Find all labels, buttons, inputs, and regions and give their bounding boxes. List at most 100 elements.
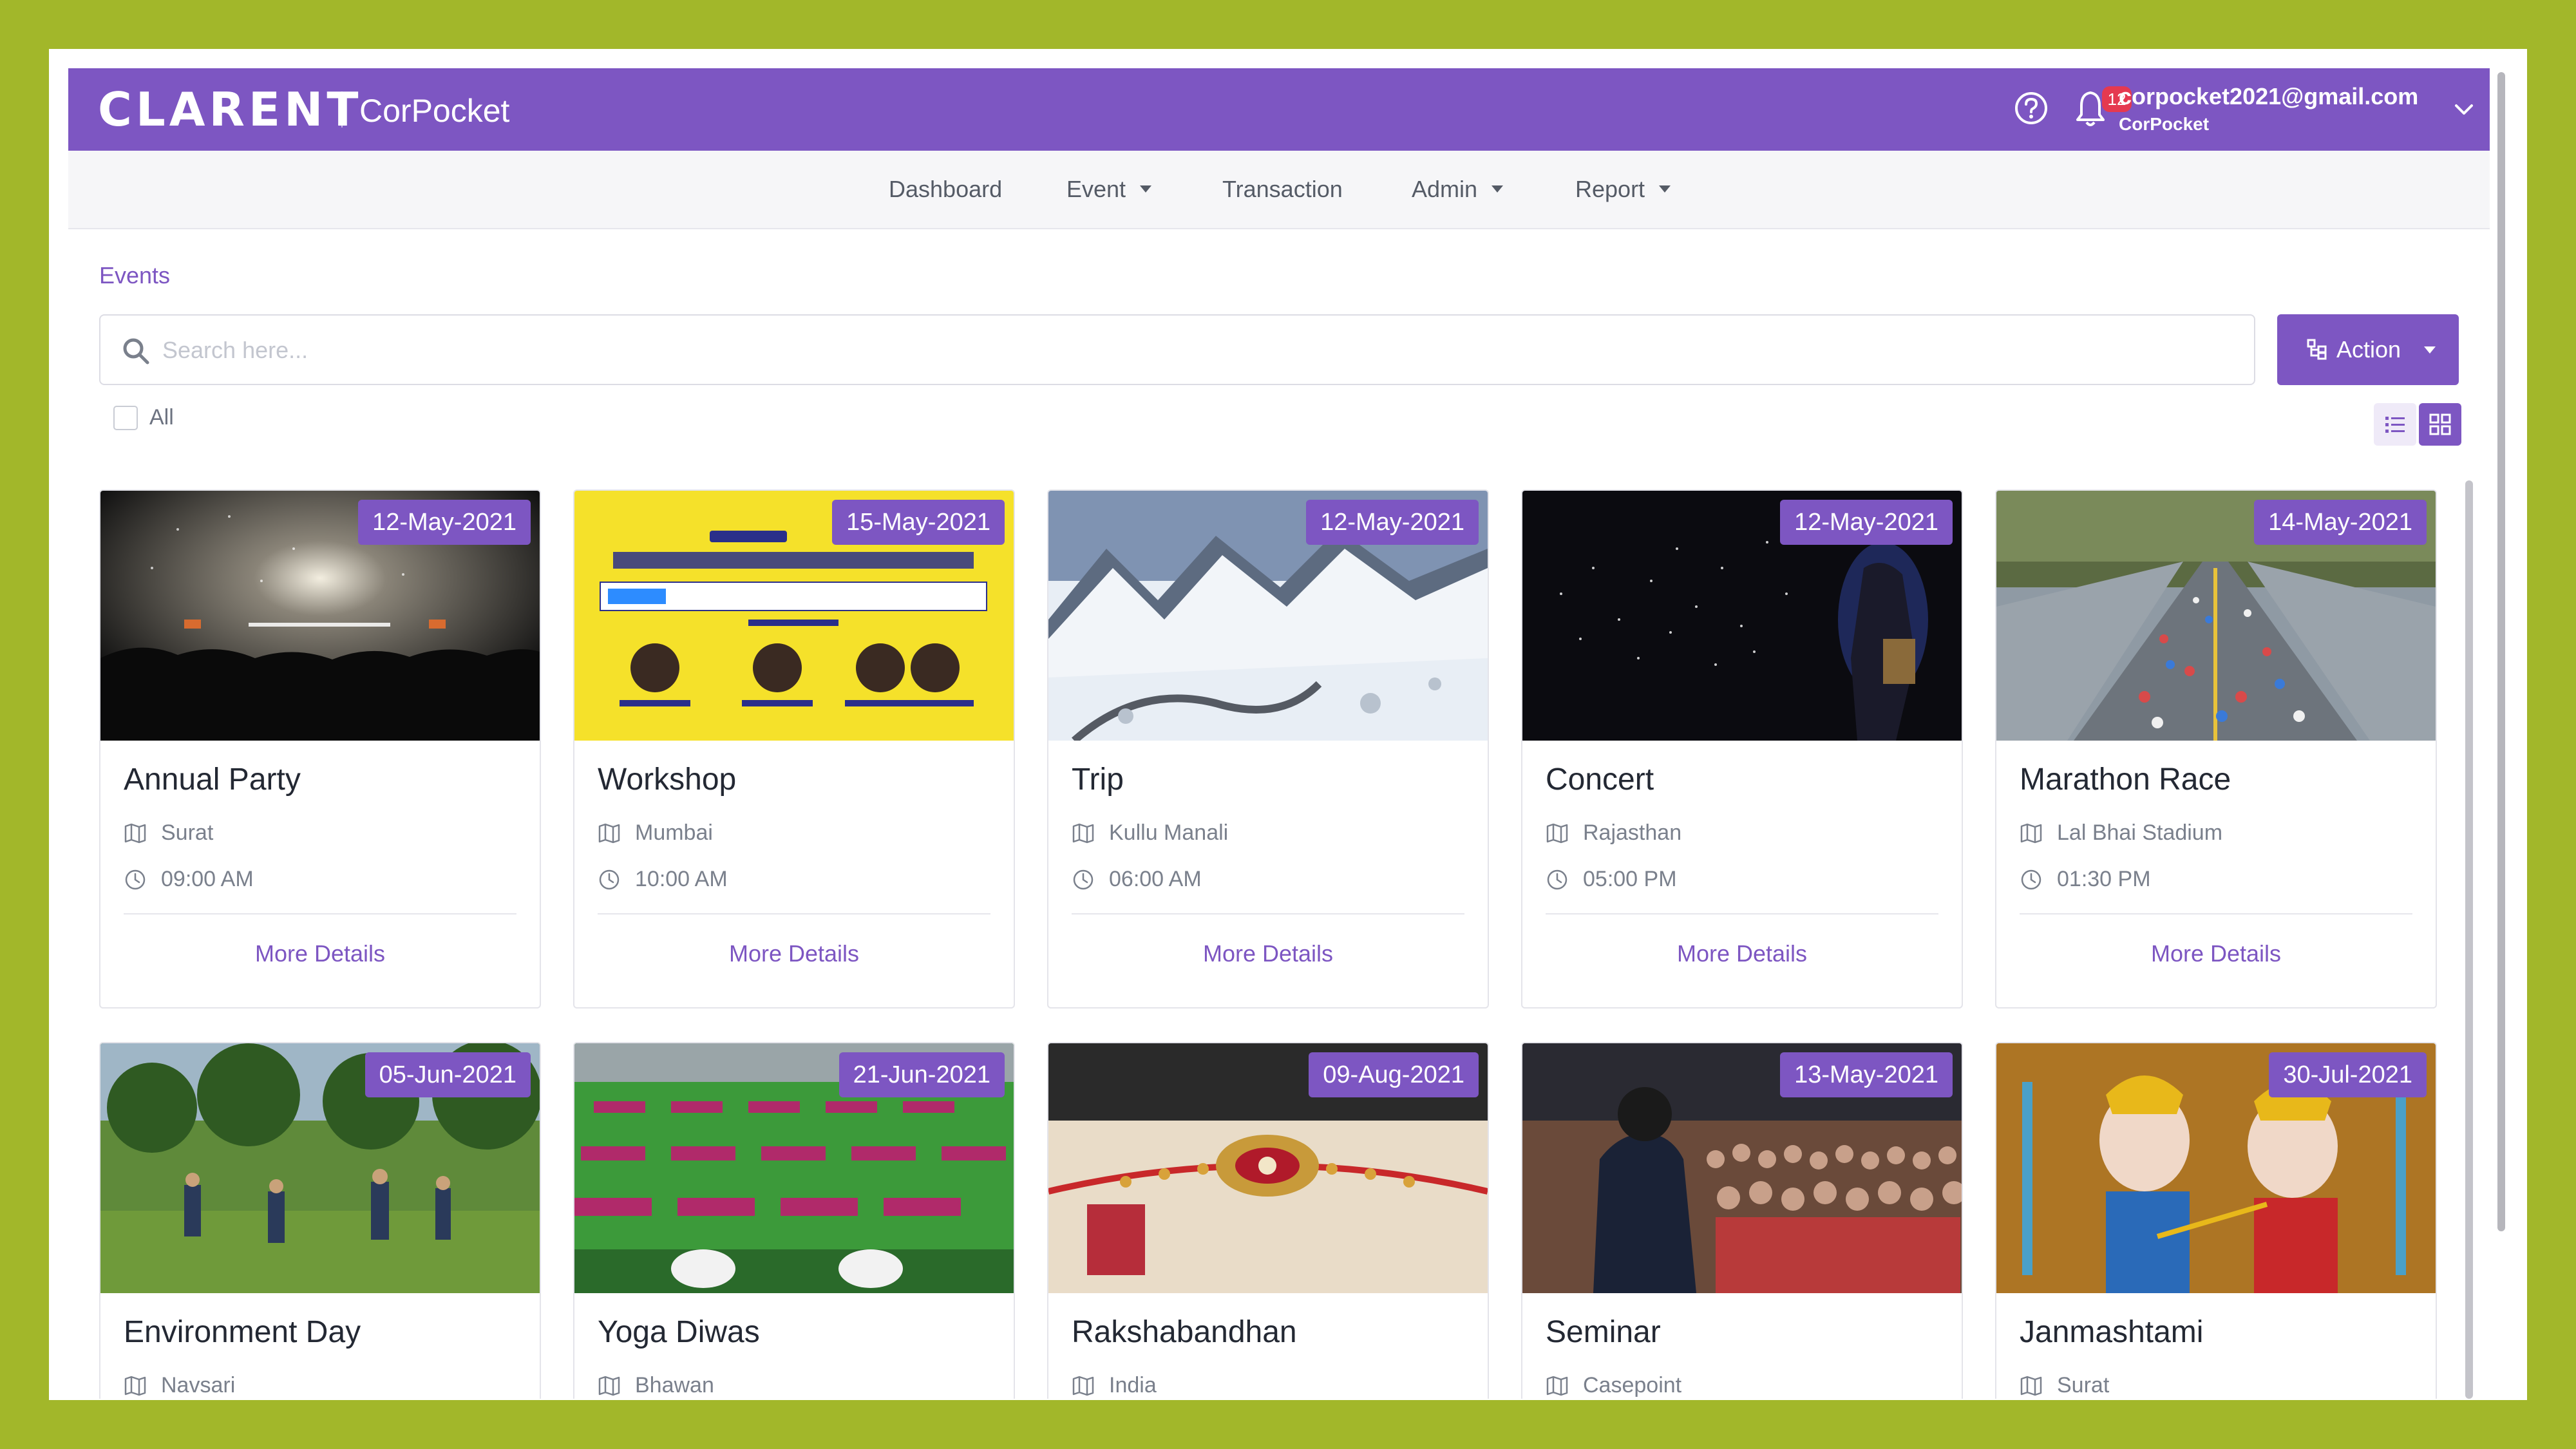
event-date-badge: 14-May-2021 (2254, 500, 2427, 545)
event-card[interactable]: 15-May-2021 Workshop Mumbai 10:00 AM Mor… (573, 489, 1015, 1009)
event-date-badge: 15-May-2021 (832, 500, 1005, 545)
event-location-text: India (1109, 1373, 1157, 1397)
nav-label: Event (1066, 176, 1126, 202)
event-card[interactable]: 14-May-2021 Marathon Race Lal Bhai Stadi… (1995, 489, 2437, 1009)
card-divider (124, 913, 516, 914)
event-location-text: Kullu Manali (1109, 820, 1229, 845)
event-title: Concert (1546, 762, 1654, 797)
hierarchy-icon (2306, 338, 2329, 361)
event-title: Marathon Race (2020, 762, 2231, 797)
nav-dashboard[interactable]: Dashboard (889, 151, 1002, 228)
map-icon (124, 1376, 146, 1396)
event-location-text: Rajasthan (1583, 820, 1682, 845)
webinar-poster-image: 15-May-2021 (574, 491, 1014, 741)
select-all-checkbox[interactable] (113, 406, 138, 430)
event-location-text: Surat (161, 820, 214, 845)
event-card[interactable]: 09-Aug-2021 Rakshabandhan India (1047, 1042, 1489, 1399)
main-navigation: Dashboard Event Transaction Admin Report (68, 151, 2490, 229)
seminar-audience-image: 13-May-2021 (1522, 1043, 1962, 1293)
clock-icon (2021, 869, 2041, 890)
event-title: Annual Party (124, 762, 301, 797)
search-input[interactable] (162, 328, 2223, 372)
help-icon[interactable] (2013, 90, 2049, 126)
chevron-down-icon[interactable] (2451, 98, 2477, 121)
event-date-badge: 12-May-2021 (358, 500, 531, 545)
map-icon (598, 823, 620, 844)
scrollbar-thumb[interactable] (2465, 480, 2473, 1399)
event-date-badge: 13-May-2021 (1780, 1052, 1953, 1097)
card-divider (2020, 913, 2412, 914)
event-date-badge: 12-May-2021 (1306, 500, 1479, 545)
event-time-text: 01:30 PM (2057, 867, 2151, 891)
map-icon (2020, 1376, 2042, 1396)
event-date-badge: 09-Aug-2021 (1309, 1052, 1479, 1097)
event-card[interactable]: 30-Jul-2021 Janmashtami Surat (1995, 1042, 2437, 1399)
brand-logo[interactable]: CLARENT (98, 84, 362, 135)
list-icon (2385, 417, 2405, 433)
event-date-badge: 30-Jul-2021 (2269, 1052, 2427, 1097)
party-crowd-image: 12-May-2021 (100, 491, 540, 741)
clock-icon (1547, 869, 1567, 890)
grid-view-button[interactable] (2419, 403, 2461, 446)
nav-report[interactable]: Report (1575, 151, 1671, 228)
event-title: Environment Day (124, 1315, 361, 1349)
screenshot-frame: CLARENT CorPocket 12 corpocket2021@gmail… (49, 49, 2527, 1400)
event-card[interactable]: 12-May-2021 Concert Rajasthan 05:00 PM M… (1521, 489, 1963, 1009)
map-icon (1546, 823, 1568, 844)
marathon-road-image: 14-May-2021 (1996, 491, 2436, 741)
event-time-text: 10:00 AM (635, 867, 728, 891)
event-date-badge: 12-May-2021 (1780, 500, 1953, 545)
card-divider (1072, 913, 1464, 914)
scrollbar-thumb[interactable] (2497, 72, 2505, 1231)
card-divider (598, 913, 990, 914)
map-icon (1072, 1376, 1094, 1396)
event-title: Trip (1072, 762, 1124, 797)
event-card[interactable]: 13-May-2021 Seminar Casepoint (1521, 1042, 1963, 1399)
event-time-text: 09:00 AM (161, 867, 254, 891)
events-scrollbar[interactable] (2463, 480, 2476, 1399)
search-box (99, 314, 2255, 385)
app-window: CLARENT CorPocket 12 corpocket2021@gmail… (68, 68, 2527, 1399)
event-title: Yoga Diwas (598, 1315, 760, 1349)
event-card[interactable]: 12-May-2021 Annual Party Surat 09:00 AM … (99, 489, 541, 1009)
more-details-link[interactable]: More Details (1048, 938, 1488, 970)
more-details-link[interactable]: More Details (574, 938, 1014, 970)
card-divider (1546, 913, 1938, 914)
event-time-text: 06:00 AM (1109, 867, 1202, 891)
action-button[interactable]: Action (2277, 314, 2459, 385)
map-icon (1546, 1376, 1568, 1396)
caret-down-icon (2424, 346, 2436, 354)
event-location-text: Navsari (161, 1373, 236, 1397)
tree-planting-image: 05-Jun-2021 (100, 1043, 540, 1293)
more-details-link[interactable]: More Details (100, 938, 540, 970)
event-date-badge: 21-Jun-2021 (838, 1052, 1005, 1097)
user-email[interactable]: corpocket2021@gmail.com (2119, 82, 2418, 111)
map-icon (598, 1376, 620, 1396)
clock-icon (1073, 869, 1094, 890)
event-location-text: Surat (2057, 1373, 2110, 1397)
nav-admin[interactable]: Admin (1412, 151, 1504, 228)
select-all-label: All (149, 405, 174, 430)
page-scrollbar[interactable] (2495, 68, 2508, 1399)
top-header: CLARENT CorPocket 12 corpocket2021@gmail… (68, 68, 2490, 151)
event-location-text: Mumbai (635, 820, 713, 845)
more-details-link[interactable]: More Details (1996, 938, 2436, 970)
more-details-link[interactable]: More Details (1522, 938, 1962, 970)
yoga-mats-image: 21-Jun-2021 (574, 1043, 1014, 1293)
map-icon (2020, 823, 2042, 844)
nav-label: Dashboard (889, 176, 1003, 202)
nav-transaction[interactable]: Transaction (1222, 151, 1343, 228)
event-card[interactable]: 12-May-2021 Trip Kullu Manali 06:00 AM M… (1047, 489, 1489, 1009)
page-title: Events (99, 262, 171, 289)
list-view-button[interactable] (2374, 403, 2416, 446)
caret-down-icon (1659, 185, 1671, 193)
event-card[interactable]: 05-Jun-2021 Environment Day Navsari (99, 1042, 541, 1399)
event-time-text: 05:00 PM (1583, 867, 1677, 891)
nav-label: Transaction (1222, 176, 1343, 202)
map-icon (124, 823, 146, 844)
search-icon (121, 336, 151, 366)
nav-event[interactable]: Event (1066, 151, 1152, 228)
event-card[interactable]: 21-Jun-2021 Yoga Diwas Bhawan (573, 1042, 1015, 1399)
event-location-text: Lal Bhai Stadium (2057, 820, 2223, 845)
concert-lights-image: 12-May-2021 (1522, 491, 1962, 741)
